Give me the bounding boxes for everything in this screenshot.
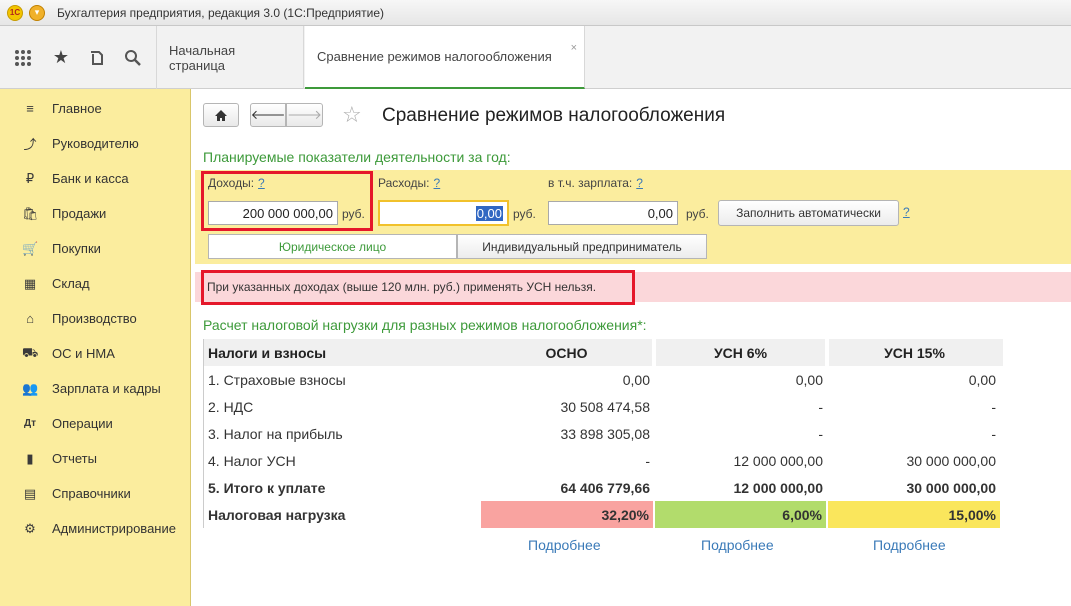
details-link-osno[interactable]: Подробнее bbox=[528, 537, 601, 553]
search-icon[interactable] bbox=[116, 26, 150, 89]
sidebar: ≡ Главное ⤴ Руководителю ₽ Банк и касса 🛍 Пр… bbox=[0, 89, 191, 606]
salary-unit: руб. bbox=[686, 207, 709, 221]
planned-section-title: Планируемые показатели деятельности за г… bbox=[203, 149, 511, 165]
warning-highlight-box bbox=[201, 270, 635, 305]
header-osno: ОСНО bbox=[481, 339, 652, 366]
cart-icon: 🛒 bbox=[22, 240, 39, 256]
calc-section-title: Расчет налоговой нагрузки для разных реж… bbox=[203, 317, 647, 333]
table-header-row: Налоги и взносы ОСНО УСН 6% УСН 15% bbox=[204, 339, 1003, 366]
sidebar-item-catalogs[interactable]: ▤ Справочники bbox=[0, 476, 191, 511]
book-icon: ▤ bbox=[23, 485, 37, 501]
back-button[interactable]: 🡐 bbox=[250, 103, 286, 127]
salary-help-icon[interactable]: ? bbox=[636, 176, 643, 190]
people-icon: 👥 bbox=[22, 380, 39, 396]
details-link-usn6[interactable]: Подробнее bbox=[701, 537, 774, 553]
sidebar-item-label: Производство bbox=[52, 311, 137, 326]
arrow-left-icon: 🡐 bbox=[250, 107, 286, 122]
tab-close-icon[interactable]: × bbox=[571, 42, 577, 54]
sidebar-item-label: Банк и касса bbox=[52, 171, 129, 186]
table-row[interactable]: 4. Налог УСН - 12 000 000,00 30 000 000,… bbox=[204, 447, 1003, 474]
autofill-button[interactable]: Заполнить автоматически bbox=[718, 200, 899, 226]
debit-credit-icon: Дт bbox=[23, 418, 37, 429]
sidebar-item-reports[interactable]: ▮ Отчеты bbox=[0, 441, 191, 476]
sidebar-item-label: Зарплата и кадры bbox=[52, 381, 161, 396]
truck-icon: ⛟ bbox=[22, 344, 39, 360]
top-toolbar: ★ Начальная страница Сравнение режимов н… bbox=[0, 26, 1071, 89]
favorite-star-icon[interactable]: ☆ bbox=[342, 102, 362, 128]
sidebar-item-label: ОС и НМА bbox=[52, 346, 115, 361]
main-content: 🡐 🡒 ☆ Сравнение режимов налогообложения … bbox=[192, 89, 1071, 606]
expenses-label: Расходы:? bbox=[378, 176, 441, 190]
sidebar-item-purchases[interactable]: 🛒 Покупки bbox=[0, 231, 191, 266]
sidebar-item-production[interactable]: ⌂ Производство bbox=[0, 301, 191, 336]
table-total-row[interactable]: 5. Итого к уплате 64 406 779,66 12 000 0… bbox=[204, 474, 1003, 501]
legal-entity-toggle[interactable]: Юридическое лицо bbox=[208, 234, 457, 259]
sidebar-item-main[interactable]: ≡ Главное bbox=[0, 91, 191, 126]
home-button[interactable] bbox=[203, 103, 239, 127]
autofill-help-icon[interactable]: ? bbox=[903, 205, 910, 219]
details-link-usn15[interactable]: Подробнее bbox=[873, 537, 946, 553]
forward-button[interactable]: 🡒 bbox=[286, 103, 323, 127]
table-row[interactable]: 1. Страховые взносы 0,00 0,00 0,00 bbox=[204, 366, 1003, 393]
arrow-right-icon: 🡒 bbox=[287, 107, 322, 122]
app-logo-icon[interactable]: 1C bbox=[7, 4, 23, 21]
sidebar-item-operations[interactable]: Дт Операции bbox=[0, 406, 191, 441]
expenses-value: 0,00 bbox=[475, 205, 503, 221]
sidebar-item-label: Покупки bbox=[52, 241, 101, 256]
tab-tax-comparison[interactable]: Сравнение режимов налогообложения × bbox=[305, 26, 585, 89]
factory-icon: ⌂ bbox=[26, 311, 34, 326]
expenses-help-icon[interactable]: ? bbox=[434, 176, 441, 190]
window-titlebar: 1C ▾ Бухгалтерия предприятия, редакция 3… bbox=[0, 0, 1071, 26]
menu-lines-icon: ≡ bbox=[26, 101, 34, 116]
window-title: Бухгалтерия предприятия, редакция 3.0 (1… bbox=[57, 5, 385, 20]
warehouse-icon: ▦ bbox=[23, 275, 37, 291]
sidebar-item-warehouse[interactable]: ▦ Склад bbox=[0, 266, 191, 301]
sidebar-item-salary[interactable]: 👥 Зарплата и кадры bbox=[0, 371, 191, 406]
header-usn6: УСН 6% bbox=[656, 339, 825, 366]
sidebar-item-assets[interactable]: ⛟ ОС и НМА bbox=[0, 336, 191, 371]
sidebar-item-director[interactable]: ⤴ Руководителю bbox=[0, 126, 191, 161]
sidebar-item-label: Главное bbox=[52, 101, 102, 116]
burden-usn15: 15,00% bbox=[828, 501, 1000, 528]
sidebar-item-label: Операции bbox=[52, 416, 113, 431]
tax-comparison-table: Налоги и взносы ОСНО УСН 6% УСН 15% 1. С… bbox=[203, 339, 1003, 528]
sidebar-item-label: Руководителю bbox=[52, 136, 139, 151]
table-row[interactable]: 2. НДС 30 508 474,58 - - bbox=[204, 393, 1003, 420]
sidebar-item-label: Отчеты bbox=[52, 451, 97, 466]
bar-chart-icon: ▮ bbox=[26, 450, 34, 466]
autofill-help: ? bbox=[903, 205, 910, 219]
apps-grid-icon[interactable] bbox=[6, 26, 40, 89]
tab-tax-comparison-label: Сравнение режимов налогообложения bbox=[317, 49, 552, 64]
salary-input[interactable]: 0,00 bbox=[548, 201, 678, 225]
expenses-input[interactable]: 0,00 bbox=[378, 200, 509, 226]
sidebar-item-label: Справочники bbox=[52, 486, 131, 501]
shopping-bag-icon: 🛍 bbox=[22, 205, 39, 221]
expenses-unit: руб. bbox=[513, 207, 536, 221]
tab-home[interactable]: Начальная страница bbox=[156, 26, 304, 89]
sidebar-item-sales[interactable]: 🛍 Продажи bbox=[0, 196, 191, 231]
gear-icon: ⚙ bbox=[24, 520, 36, 536]
history-icon[interactable] bbox=[80, 26, 114, 89]
main-menu-icon[interactable]: ▾ bbox=[29, 4, 45, 21]
burden-osno: 32,20% bbox=[481, 501, 653, 528]
burden-usn6: 6,00% bbox=[655, 501, 826, 528]
sidebar-item-admin[interactable]: ⚙ Администрирование bbox=[0, 511, 191, 546]
tab-home-label: Начальная страница bbox=[169, 42, 236, 73]
ruble-icon: ₽ bbox=[25, 170, 35, 186]
sidebar-item-label: Склад bbox=[52, 276, 90, 291]
sidebar-item-label: Администрирование bbox=[52, 521, 176, 536]
trend-up-icon: ⤴ bbox=[23, 137, 37, 152]
header-taxes: Налоги и взносы bbox=[204, 339, 481, 366]
favorites-star-icon[interactable]: ★ bbox=[44, 26, 78, 89]
sidebar-item-label: Продажи bbox=[52, 206, 107, 221]
individual-entrepreneur-toggle[interactable]: Индивидуальный предприниматель bbox=[457, 234, 707, 259]
home-icon bbox=[215, 109, 227, 121]
page-title: Сравнение режимов налогообложения bbox=[382, 105, 726, 126]
table-row[interactable]: 3. Налог на прибыль 33 898 305,08 - - bbox=[204, 420, 1003, 447]
header-usn15: УСН 15% bbox=[829, 339, 1000, 366]
table-burden-row[interactable]: Налоговая нагрузка 32,20% 6,00% 15,00% bbox=[204, 501, 1003, 528]
salary-label: в т.ч. зарплата:? bbox=[548, 176, 643, 190]
sidebar-item-bank[interactable]: ₽ Банк и касса bbox=[0, 161, 191, 196]
income-highlight-box bbox=[201, 171, 373, 231]
